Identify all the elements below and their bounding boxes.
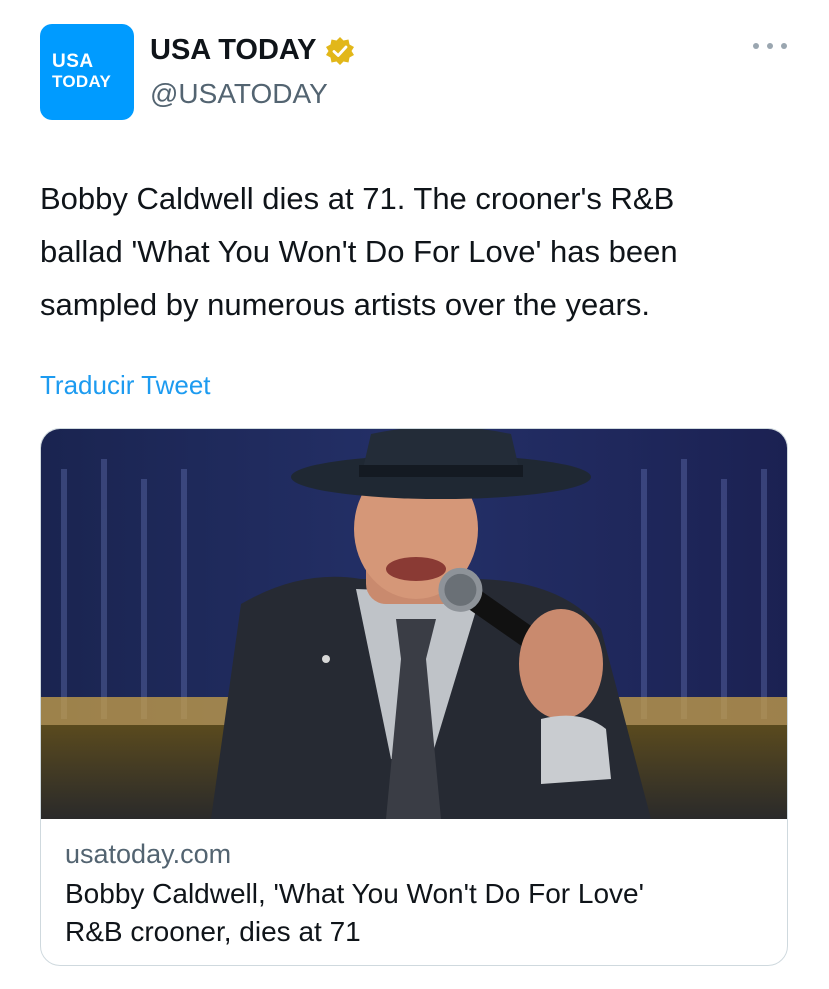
article-photo [41,429,787,819]
link-card-body: usatoday.com Bobby Caldwell, 'What You W… [65,835,767,951]
link-card-title: Bobby Caldwell, 'What You Won't Do For L… [65,878,644,947]
verified-badge-icon [325,36,354,65]
link-preview-card[interactable]: usatoday.com Bobby Caldwell, 'What You W… [40,428,788,966]
tweet-text: Bobby Caldwell dies at 71. The crooner's… [40,181,678,322]
author-name-row: USA TODAY [150,34,355,67]
link-card-domain: usatoday.com [65,839,232,869]
avatar-text-line1: USA [52,51,94,72]
author-avatar[interactable]: USA TODAY [40,24,134,120]
author-display-name[interactable]: USA TODAY [150,34,317,67]
translate-tweet-link[interactable]: Traducir Tweet [40,370,211,401]
more-options-icon[interactable] [753,36,787,56]
avatar-text-line2: TODAY [52,72,112,91]
author-handle[interactable]: @USATODAY [150,78,328,110]
